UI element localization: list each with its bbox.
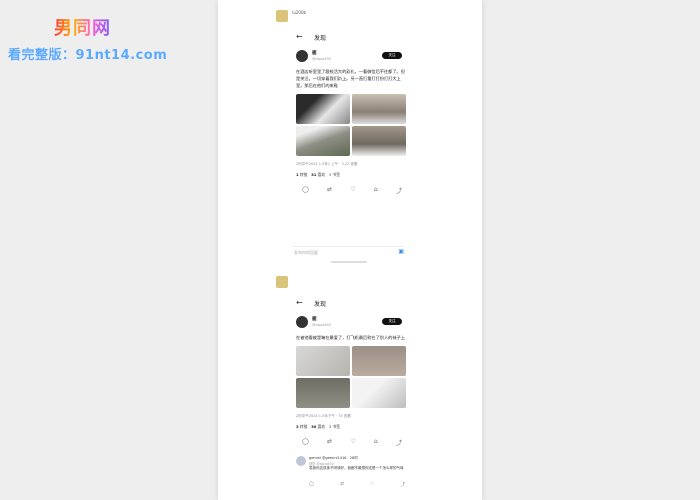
reply-icon[interactable]: ◯	[309, 482, 314, 488]
image-icon[interactable]: ▣	[398, 248, 404, 255]
heart-icon[interactable]: ♡	[350, 186, 355, 196]
author-name[interactable]: 鹿	[312, 50, 317, 56]
post-stats: 1 转推 31 喜欢 3 书签	[296, 172, 482, 178]
post-meta: 2时中午2024 1.5年下午 · 75 查看	[296, 414, 351, 418]
reply-icon[interactable]: ◯	[302, 186, 309, 196]
reply-icon[interactable]: ◯	[302, 438, 309, 448]
reply-text: 发我你这双袜子呀请好，我都不敢想你这是一个怎么样的气味	[309, 466, 404, 470]
media-photo[interactable]	[296, 94, 350, 124]
like-count[interactable]: 31	[311, 172, 316, 177]
avatar[interactable]	[296, 50, 308, 62]
repost-count[interactable]: 3	[296, 424, 299, 429]
media-photo[interactable]	[296, 346, 350, 376]
media-photo[interactable]	[352, 378, 406, 408]
author-handle: @aqua450	[312, 57, 331, 61]
media-photo[interactable]	[296, 126, 350, 156]
action-bar: ◯ ⇄ ♡ ⌂ ⤴	[302, 186, 402, 196]
share-icon[interactable]: ⤴	[396, 438, 402, 448]
bookmark-count[interactable]: 3 书签	[329, 424, 340, 429]
repost-count[interactable]: 1	[296, 172, 299, 177]
author-row: 鹿 @aqua450 关注	[218, 50, 482, 68]
reply-placeholder: 发布你的回复	[294, 250, 318, 255]
author-row: 鹿 @aqua450 关注	[218, 316, 482, 334]
bookmark-icon[interactable]: ⌂	[374, 186, 378, 196]
reply-avatar[interactable]	[296, 456, 306, 466]
status-strip	[218, 272, 482, 296]
post-text: 在酒店听室里了跟校活大的彩礼，一看微信后不往都了。但是关注。一切穿着我们趴上。另…	[296, 69, 405, 88]
home-indicator	[331, 261, 367, 263]
share-icon[interactable]: ⤴	[396, 186, 402, 196]
phone-screenshot: \u200b ← 发现 鹿 @aqua450 关注 在酒店听室里了跟校活大的彩礼…	[218, 0, 482, 500]
status-strip: \u200b	[218, 6, 482, 30]
watermark-logo: 男同网	[54, 14, 111, 40]
follow-button[interactable]: 关注	[382, 318, 402, 325]
repost-label: 转推	[299, 424, 308, 429]
like-count[interactable]: 30	[311, 424, 316, 429]
action-bar: ◯ ⇄ ♡ ⌂ ⤴	[302, 438, 402, 448]
reply-input[interactable]: 发布你的回复 ▣	[292, 246, 404, 257]
retweet-icon[interactable]: ⇄	[327, 438, 332, 448]
heart-icon[interactable]: ♡	[370, 482, 374, 488]
small-avatar	[276, 10, 288, 22]
watermark-url: 看完整版：91nt14.com	[8, 48, 168, 63]
avatar[interactable]	[296, 316, 308, 328]
screen-header: ← 发现	[218, 298, 482, 312]
share-icon[interactable]: ⤴	[400, 482, 405, 488]
post-stats: 3 转推 30 喜欢 3 书签	[296, 424, 482, 430]
reply-action-bar: ◯ ⇄ ♡ ⤴	[309, 482, 405, 488]
media-grid	[296, 94, 406, 156]
heart-icon[interactable]: ♡	[350, 438, 355, 448]
post-screen-1: \u200b ← 发现 鹿 @aqua450 关注 在酒店听室里了跟校活大的彩礼…	[218, 6, 482, 196]
media-photo[interactable]	[352, 346, 406, 376]
bookmark-icon[interactable]: ⌂	[374, 438, 378, 448]
page-title: 发现	[314, 35, 327, 42]
screen-header: ← 发现	[218, 32, 482, 46]
small-avatar	[276, 276, 288, 288]
like-label: 喜欢	[317, 424, 326, 429]
media-grid	[296, 346, 406, 408]
follow-button[interactable]: 关注	[382, 52, 402, 59]
retweet-icon[interactable]: ⇄	[327, 186, 332, 196]
retweet-icon[interactable]: ⇄	[340, 482, 344, 488]
page-title: 发现	[314, 301, 327, 308]
media-photo[interactable]	[352, 126, 406, 156]
post-screen-2: ← 发现 鹿 @aqua450 关注 在被他看被是嘛在最爱了，打飞机最后射在了别…	[218, 272, 482, 488]
author-name[interactable]: 鹿	[312, 316, 317, 322]
author-handle: @aqua450	[312, 323, 331, 327]
bookmark-count[interactable]: 3 书签	[329, 172, 340, 177]
strip-name: \u200b	[292, 10, 307, 15]
media-photo[interactable]	[296, 378, 350, 408]
media-photo[interactable]	[352, 94, 406, 124]
back-arrow-icon[interactable]: ←	[296, 32, 303, 41]
like-label: 喜欢	[317, 172, 326, 177]
post-meta: 2时中午2024 1.5年1 上午 · 3.22 查看	[296, 162, 358, 166]
back-arrow-icon[interactable]: ←	[296, 298, 303, 307]
repost-label: 转推	[299, 172, 308, 177]
post-text: 在被他看被是嘛在最爱了，打飞机最后射在了别人的袜子上	[296, 335, 405, 340]
